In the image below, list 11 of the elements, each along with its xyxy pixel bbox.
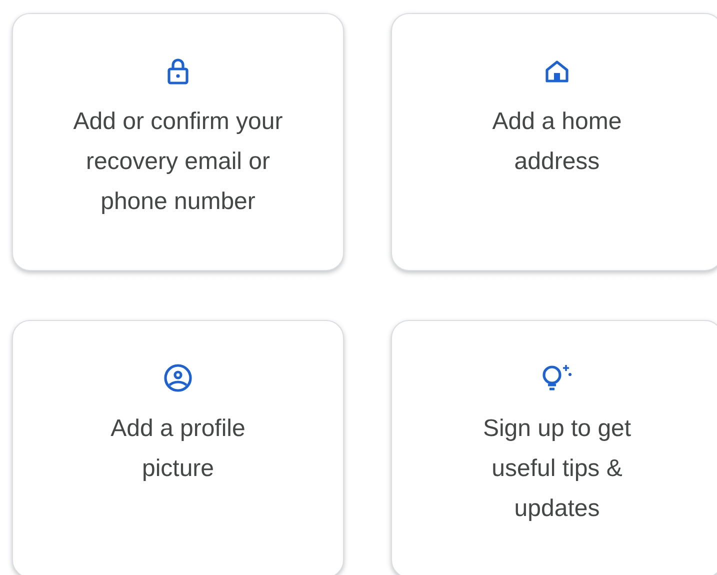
- card-label: Add or confirm your recovery email or phone number: [72, 107, 284, 217]
- card-label: Sign up to get useful tips & updates: [482, 414, 632, 524]
- card[interactable]: Add or confirm your recovery email or phone number: [12, 13, 344, 271]
- card[interactable]: Sign up to get useful tips & updates: [391, 320, 717, 575]
- card-label: Add a profile picture: [110, 414, 246, 484]
- card[interactable]: Add a home address: [391, 13, 717, 271]
- profile-icon: [163, 363, 193, 393]
- home-icon: [544, 59, 570, 83]
- card[interactable]: Add a profile picture: [12, 320, 344, 575]
- card-label: Add a home address: [491, 107, 623, 177]
- lock-icon: [166, 57, 190, 85]
